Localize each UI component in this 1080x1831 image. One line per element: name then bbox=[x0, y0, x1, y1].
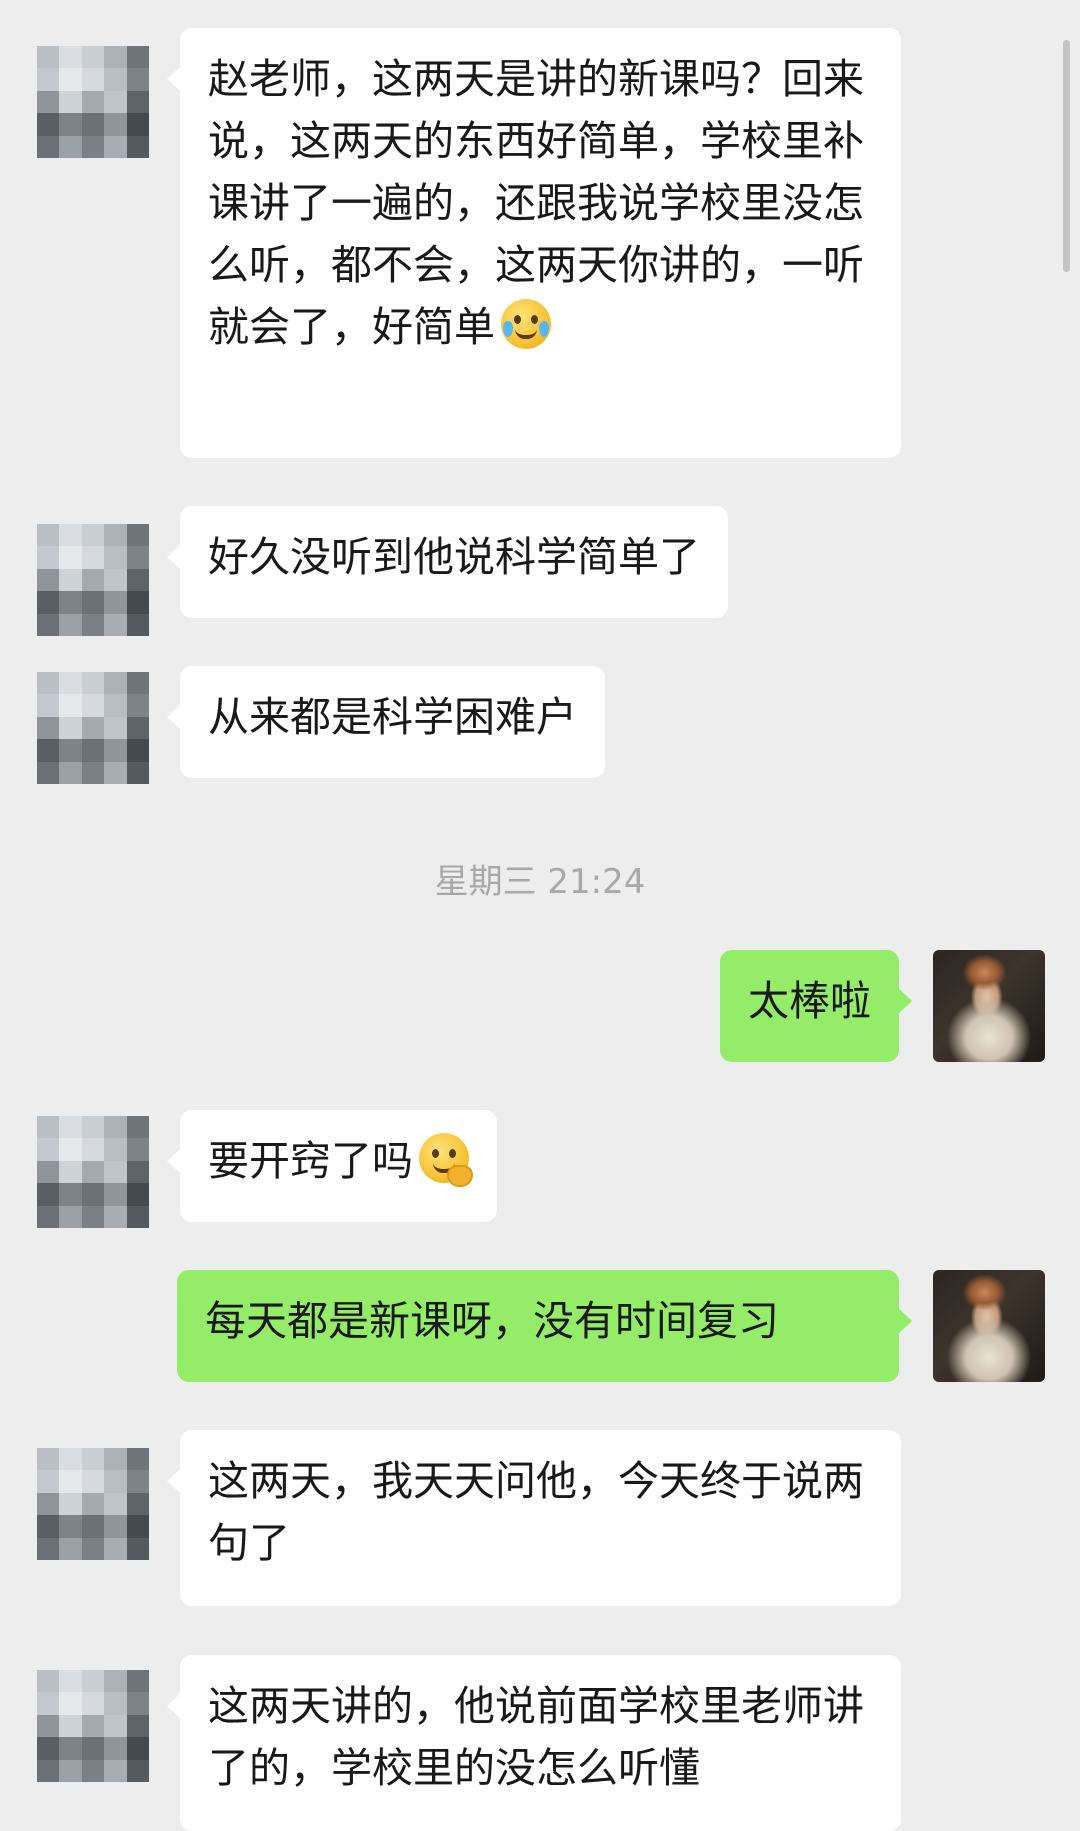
outgoing-message-bubble[interactable]: 每天都是新课呀，没有时间复习 bbox=[177, 1270, 912, 1382]
message-text: 好久没听到他说科学简单了 bbox=[208, 533, 700, 581]
message-text: 太棒啦 bbox=[748, 977, 871, 1025]
contact-avatar[interactable] bbox=[37, 46, 149, 158]
outgoing-message-bubble[interactable]: 太棒啦 bbox=[720, 950, 912, 1062]
pixelated-avatar-image bbox=[37, 1670, 149, 1782]
pixelated-avatar-image bbox=[37, 672, 149, 784]
portrait-avatar-image bbox=[933, 1270, 1045, 1382]
contact-avatar[interactable] bbox=[37, 1116, 149, 1228]
incoming-message-bubble[interactable]: 好久没听到他说科学简单了 bbox=[167, 506, 728, 618]
chat-timestamp: 星期三 21:24 bbox=[434, 862, 646, 902]
incoming-message-bubble[interactable]: 从来都是科学困难户 bbox=[167, 666, 605, 778]
message-text: 这两天，我天天问他，今天终于说两句了 bbox=[208, 1457, 864, 1567]
pixelated-avatar-image bbox=[37, 1116, 149, 1228]
face-with-tears-of-joy-icon bbox=[501, 299, 551, 349]
contact-avatar[interactable] bbox=[37, 1448, 149, 1560]
message-text: 从来都是科学困难户 bbox=[208, 693, 577, 741]
message-text: 这两天讲的，他说前面学校里老师讲了的，学校里的没怎么听懂 bbox=[208, 1682, 864, 1792]
incoming-message-bubble[interactable]: 要开窍了吗 bbox=[167, 1110, 497, 1222]
contact-avatar[interactable] bbox=[37, 672, 149, 784]
pixelated-avatar-image bbox=[37, 46, 149, 158]
incoming-message-bubble[interactable]: 这两天，我天天问他，今天终于说两句了 bbox=[167, 1430, 901, 1606]
user-avatar[interactable] bbox=[933, 1270, 1045, 1382]
chat-view: 赵老师，这两天是讲的新课吗？回来说，这两天的东西好简单，学校里补课讲了一遍的，还… bbox=[0, 0, 1080, 1831]
message-text: 每天都是新课呀，没有时间复习 bbox=[205, 1297, 779, 1345]
incoming-message-bubble[interactable]: 赵老师，这两天是讲的新课吗？回来说，这两天的东西好简单，学校里补课讲了一遍的，还… bbox=[167, 28, 901, 458]
contact-avatar[interactable] bbox=[37, 1670, 149, 1782]
portrait-avatar-image bbox=[933, 950, 1045, 1062]
incoming-message-bubble[interactable]: 这两天讲的，他说前面学校里老师讲了的，学校里的没怎么听懂 bbox=[167, 1655, 901, 1831]
scrollbar[interactable] bbox=[1063, 40, 1070, 272]
message-text: 要开窍了吗 bbox=[208, 1137, 413, 1185]
pixelated-avatar-image bbox=[37, 524, 149, 636]
thinking-hand-over-mouth-icon bbox=[419, 1133, 473, 1187]
contact-avatar[interactable] bbox=[37, 524, 149, 636]
pixelated-avatar-image bbox=[37, 1448, 149, 1560]
user-avatar[interactable] bbox=[933, 950, 1045, 1062]
